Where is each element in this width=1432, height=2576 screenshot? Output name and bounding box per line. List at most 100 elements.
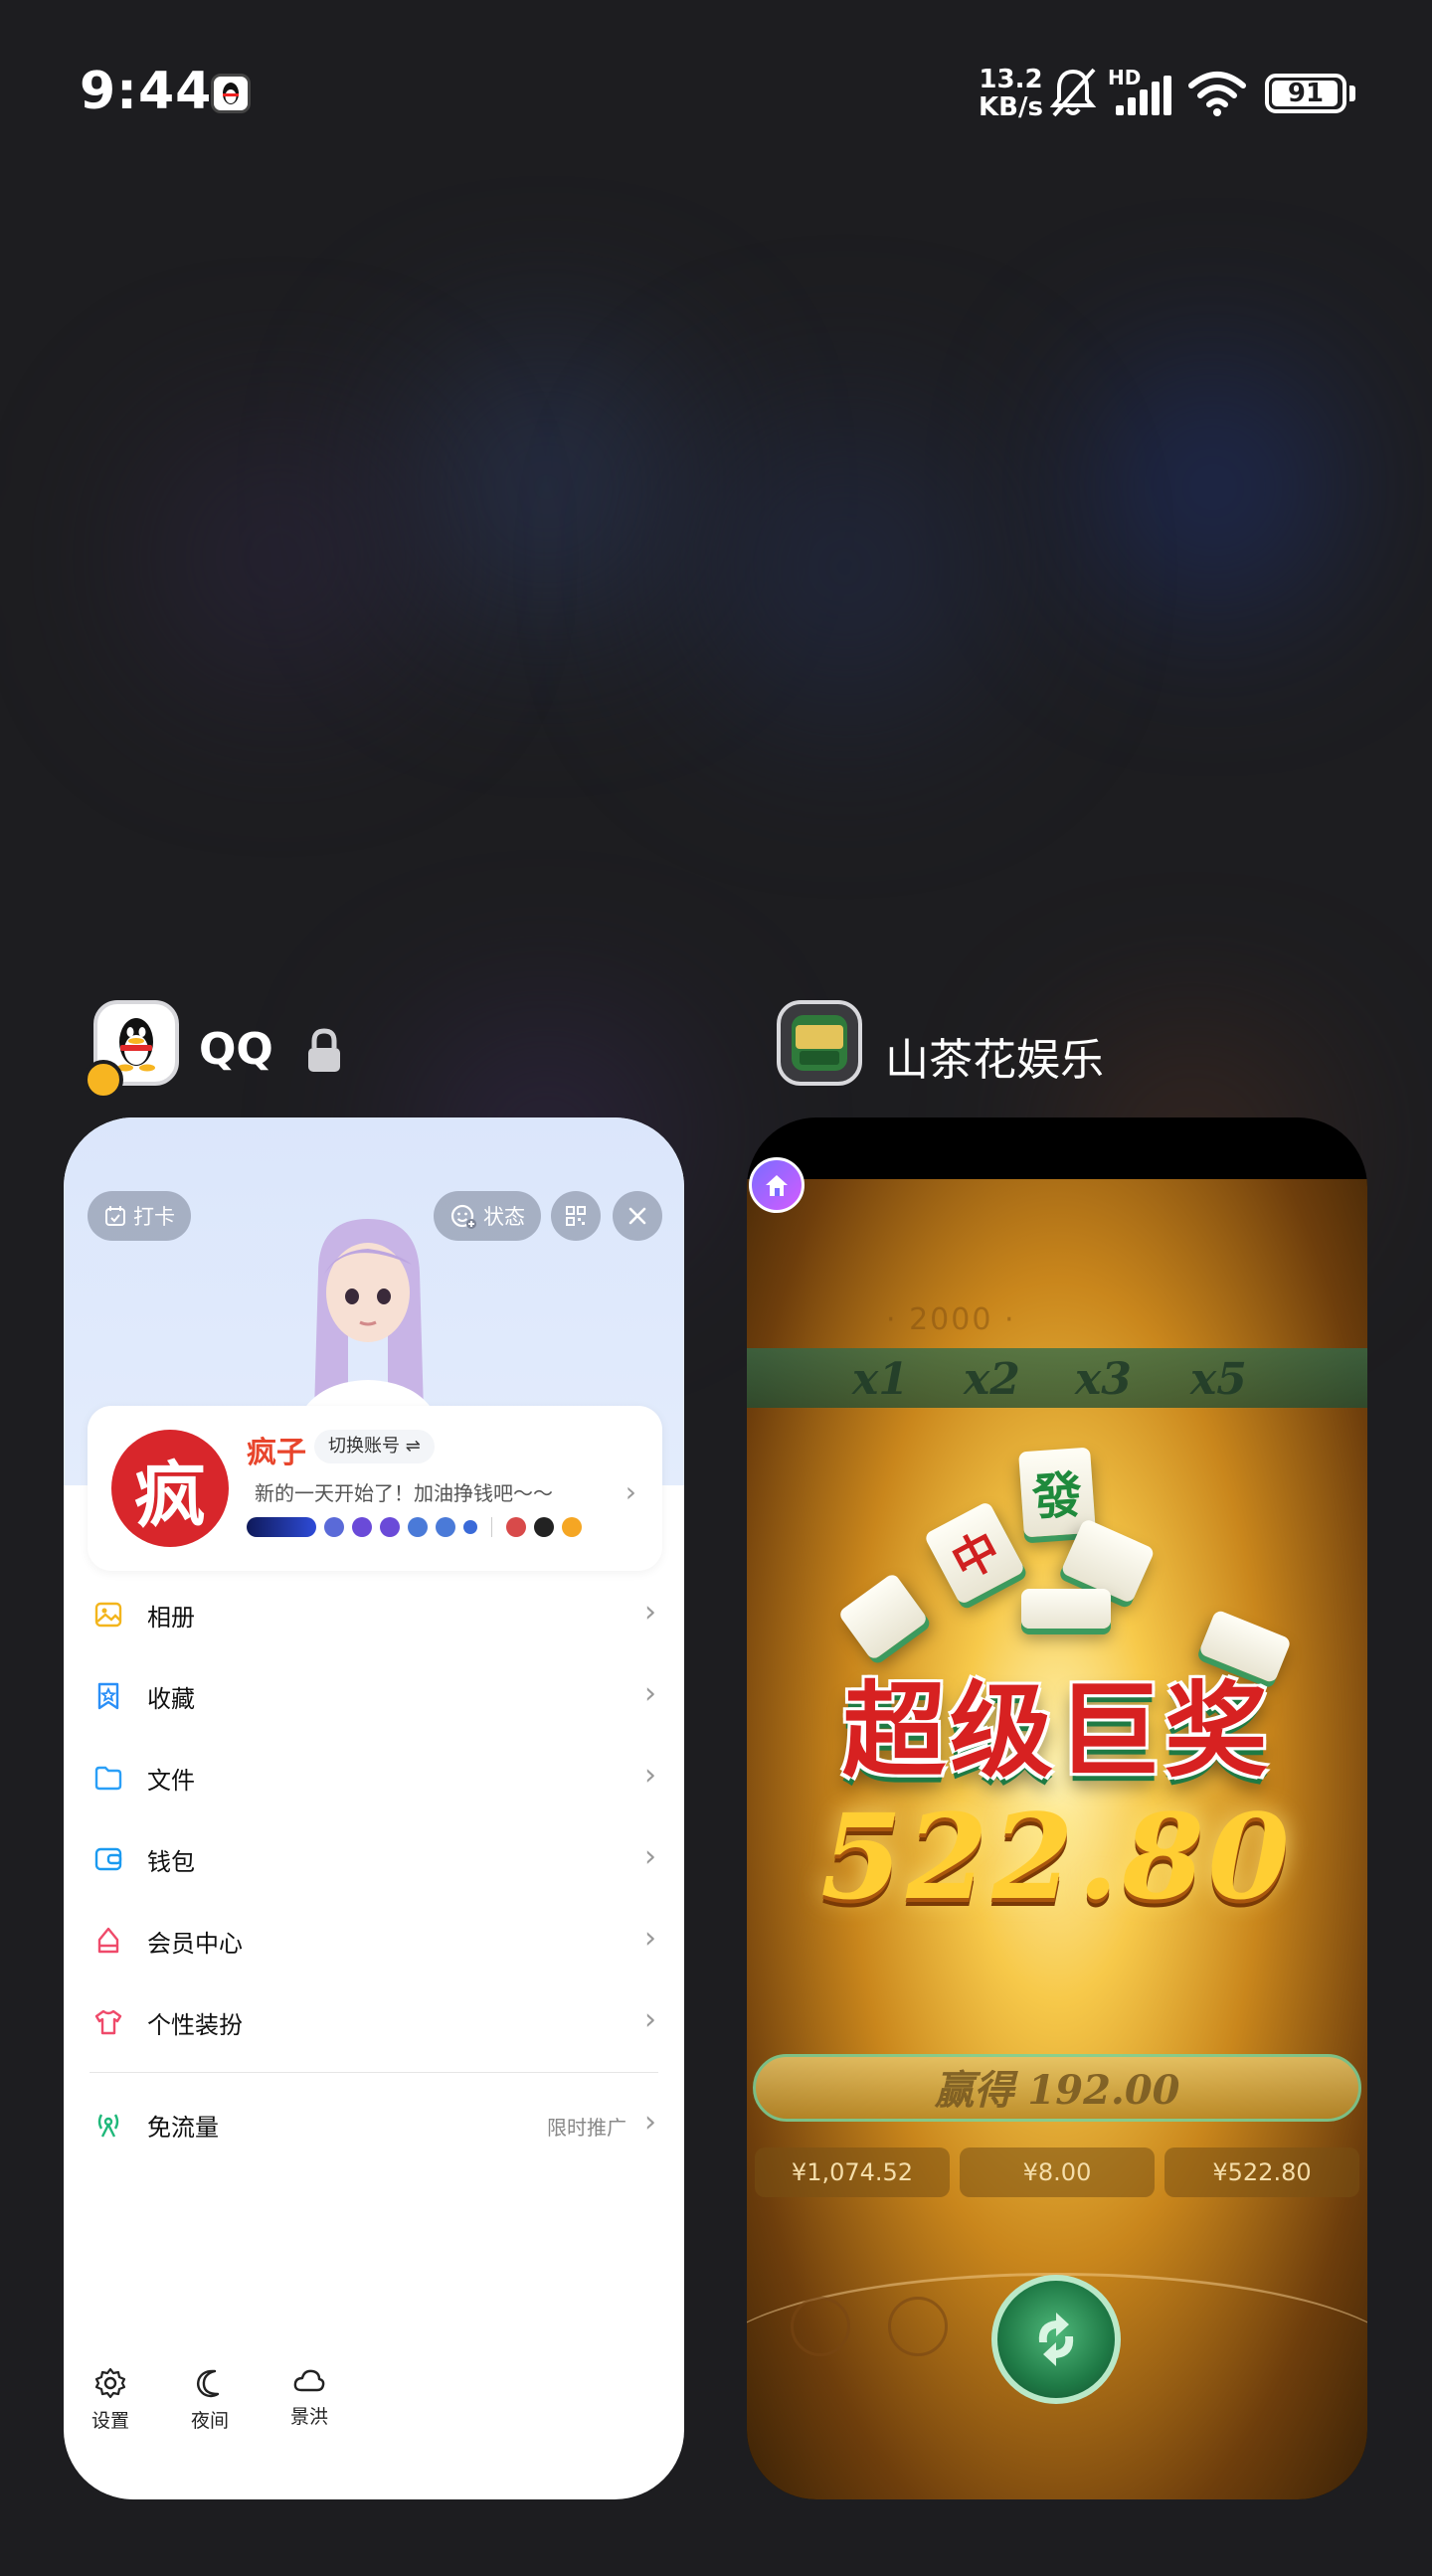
penguin-badge-icon (506, 1517, 526, 1537)
profile-nickname: 疯子 (247, 1436, 306, 1470)
qr-code-icon (566, 1206, 586, 1226)
mahjong-tile (1021, 1589, 1111, 1629)
moon-icon (196, 2369, 220, 2398)
balance-value: ¥1,074.52 (791, 2158, 914, 2186)
menu-item-free-data[interactable]: 免流量 限时推广 › (64, 2083, 684, 2164)
multiplier-x2: x2 (964, 1354, 1020, 1405)
game-app-name: 山茶花娱乐 (885, 1035, 1104, 1086)
qq-app-name: QQ (199, 1024, 273, 1075)
profile-signature: 新的一天开始了！加油挣钱吧～～ (255, 1481, 553, 1505)
game-top-banner: · 2000 · (886, 1302, 1016, 1337)
menu-item-album[interactable]: 相册 › (64, 1573, 684, 1654)
level-badges[interactable] (247, 1517, 582, 1537)
chevron-right-icon: › (644, 1676, 656, 1711)
star-badge-icon (463, 1520, 477, 1534)
spin-arrows-icon (1038, 2313, 1074, 2366)
photo-album-icon (94, 1602, 122, 1628)
settings-button[interactable]: 设置 (76, 2366, 145, 2433)
folder-icon (94, 1766, 122, 1791)
chevron-right-icon: › (644, 1921, 656, 1956)
calendar-check-icon (105, 1206, 125, 1226)
spin-button (991, 2275, 1121, 2404)
menu-item-label: 免流量 (147, 2114, 219, 2142)
menu-item-personalize[interactable]: 个性装扮 › (64, 1980, 684, 2062)
flame-badge-icon (562, 1517, 582, 1537)
checkin-button[interactable]: 打卡 (88, 1191, 191, 1241)
night-mode-button[interactable]: 夜间 (175, 2366, 245, 2433)
qr-code-button[interactable] (551, 1191, 601, 1241)
game-app-icon[interactable] (777, 1000, 862, 1086)
turbo-button (791, 2297, 850, 2356)
bet-display: ¥8.00 (960, 2147, 1155, 2197)
close-button[interactable] (613, 1191, 662, 1241)
checkin-label: 打卡 (133, 1205, 175, 1229)
status-bar: 9:44 13.2 KB/s HD 91 (0, 0, 1432, 189)
battery-tip (1349, 86, 1355, 101)
switch-account-button[interactable]: 切换账号 ⇌ (314, 1430, 435, 1463)
home-icon (766, 1175, 788, 1196)
game-screen: · 2000 · x1 x2 x3 x5 發 中 超级巨奖 522.80 赢得 … (747, 1179, 1367, 2499)
drawer-bottom-bar: 设置 夜间 景洪 (64, 2366, 684, 2456)
signal-tower-icon (97, 2114, 119, 2138)
game-recent-card[interactable]: · 2000 · x1 x2 x3 x5 發 中 超级巨奖 522.80 赢得 … (747, 1117, 1367, 2499)
multiplier-x1: x1 (852, 1354, 909, 1405)
background-glow (418, 358, 676, 616)
menu-item-favorites[interactable]: 收藏 › (64, 1654, 684, 1736)
crown-badge-icon (380, 1517, 400, 1537)
profile-card[interactable]: 疯 疯子 切换账号 ⇌ 新的一天开始了！加油挣钱吧～～ › (88, 1406, 662, 1571)
lock-icon[interactable] (304, 1028, 344, 1074)
profile-avatar[interactable]: 疯 (111, 1430, 229, 1547)
mahjong-tile-fa-char: 發 (1030, 1464, 1085, 1527)
chevron-right-icon: › (644, 1758, 656, 1793)
svip-badge-icon (247, 1517, 316, 1537)
background-glow (1104, 378, 1323, 597)
menu-item-vip-center[interactable]: 会员中心 › (64, 1899, 684, 1980)
favorites-icon (97, 1682, 119, 1710)
network-speed: 13.2 KB/s (979, 66, 1043, 121)
battery-level: 91 (1287, 79, 1325, 108)
promo-tag: 限时推广 (547, 2116, 626, 2140)
network-speed-value: 13.2 (979, 65, 1043, 94)
weather-label: 景洪 (289, 2406, 328, 2428)
vip-center-icon (97, 1927, 119, 1954)
win-display: ¥522.80 (1164, 2147, 1359, 2197)
qq-notification-icon (211, 74, 251, 113)
settings-label: 设置 (90, 2410, 129, 2432)
win-value: ¥522.80 (1212, 2158, 1312, 2186)
minus-button (888, 2297, 948, 2356)
tshirt-icon (94, 2009, 122, 2035)
menu-item-wallet[interactable]: 钱包 › (64, 1817, 684, 1899)
cellular-signal-icon (1116, 76, 1171, 115)
menu-item-label: 个性装扮 (147, 2011, 243, 2039)
crown-badge-icon (352, 1517, 372, 1537)
multiplier-x5: x5 (1190, 1354, 1247, 1405)
background-glow (159, 437, 398, 676)
win-amount: 赢得 192.00 (934, 2067, 1180, 2114)
float-window-badge-icon (84, 1060, 123, 1100)
menu-item-label: 钱包 (147, 1848, 195, 1876)
chevron-right-icon: › (644, 1839, 656, 1874)
wifi-icon (1188, 72, 1246, 116)
weather-button[interactable]: 景洪 (274, 2366, 344, 2429)
wallet-icon (94, 1847, 122, 1871)
qq-recent-card[interactable]: 打卡 状态 疯 疯子 切换账号 ⇌ 新的一天开始了！加油挣钱吧～～ › 相册 ›… (64, 1117, 684, 2499)
moon-badge-icon (436, 1517, 455, 1537)
jackpot-headline: 超级巨奖 (841, 1669, 1272, 1792)
gear-icon (94, 2367, 126, 2399)
menu-item-label: 文件 (147, 1767, 195, 1795)
jackpot-amount: 522.80 (820, 1788, 1294, 1926)
bet-value: ¥8.00 (1022, 2158, 1092, 2186)
penguin-badge-icon (534, 1517, 554, 1537)
menu-item-label: 收藏 (147, 1685, 195, 1713)
background-glow (696, 418, 994, 716)
chevron-right-icon[interactable]: › (626, 1475, 636, 1508)
status-time: 9:44 (80, 62, 213, 121)
battery-indicator: 91 (1265, 74, 1346, 113)
mahjong-tile-zhong: 中 (923, 1500, 1026, 1606)
menu-item-label: 会员中心 (147, 1930, 243, 1958)
badge-divider (491, 1517, 492, 1537)
moon-badge-icon (408, 1517, 428, 1537)
drawer-menu: 相册 › 收藏 › 文件 › 钱包 › 会员中心 › 个性装扮 › 免流量 限时… (64, 1573, 684, 2164)
menu-item-files[interactable]: 文件 › (64, 1736, 684, 1817)
home-button[interactable] (749, 1157, 805, 1213)
